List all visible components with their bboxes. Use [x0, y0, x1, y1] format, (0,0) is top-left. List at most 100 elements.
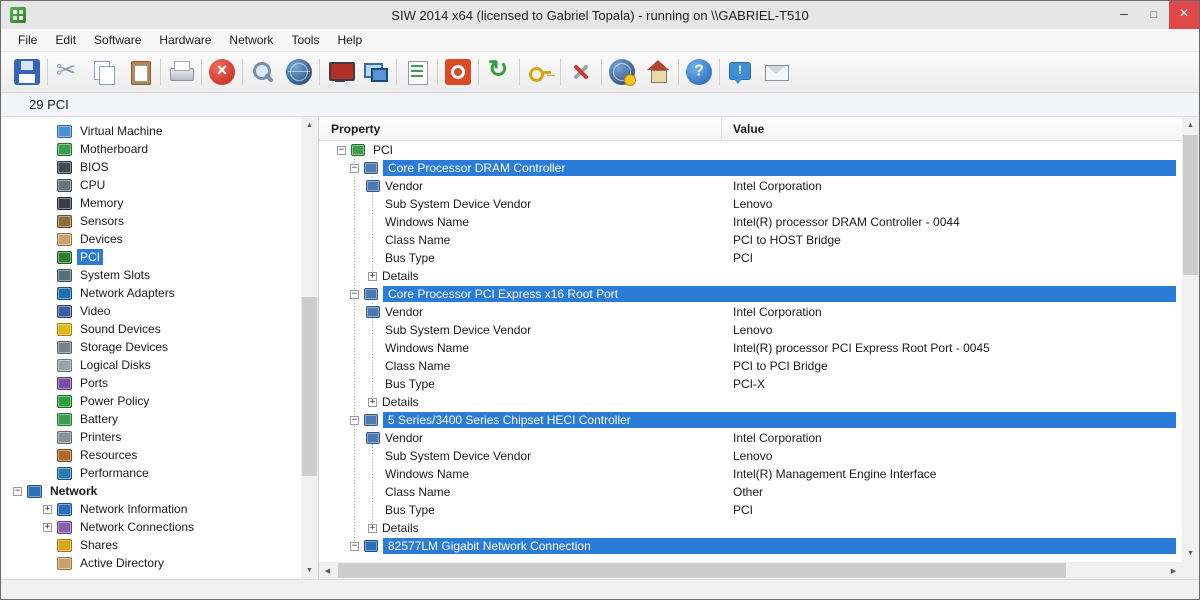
scroll-track[interactable] [336, 562, 1165, 579]
sidebar-item-bios[interactable]: BIOS [1, 158, 301, 176]
refresh-button[interactable] [481, 54, 517, 90]
device-row-core-processor-pci-express-x16-root-port[interactable]: − Core Processor PCI Express x16 Root Por… [319, 285, 1182, 303]
property-row[interactable]: Class Name PCI to PCI Bridge [319, 357, 1182, 375]
scroll-track[interactable] [1182, 134, 1199, 545]
sidebar-item-network-adapters[interactable]: Network Adapters [1, 284, 301, 302]
expand-icon[interactable]: + [43, 504, 52, 514]
expand-icon[interactable]: + [368, 271, 377, 281]
property-row[interactable]: Bus Type PCI-X [319, 375, 1182, 393]
sidebar-item-battery[interactable]: Battery [1, 410, 301, 428]
details-row[interactable]: + Details [319, 267, 1182, 285]
feedback-button[interactable] [722, 54, 758, 90]
remote-desktop-button[interactable] [358, 54, 394, 90]
sidebar-item-devices[interactable]: Devices [1, 230, 301, 248]
sidebar-item-virtual-machine[interactable]: Virtual Machine [1, 122, 301, 140]
scroll-track[interactable] [301, 134, 318, 562]
device-row-82577lm-gigabit-network-connection[interactable]: − 82577LM Gigabit Network Connection [319, 537, 1182, 555]
property-row[interactable]: Bus Type PCI [319, 249, 1182, 267]
sidebar-item-active-directory[interactable]: Active Directory [1, 554, 301, 572]
sidebar-item-network[interactable]: − Network [1, 482, 301, 500]
collapse-icon[interactable]: − [350, 541, 359, 551]
main-scrollbar-vertical[interactable]: ▲ ▼ [1182, 117, 1199, 562]
expand-icon[interactable]: + [368, 523, 377, 533]
cut-button[interactable] [50, 54, 86, 90]
titlebar[interactable]: SIW 2014 x64 (licensed to Gabriel Topala… [1, 1, 1199, 29]
menu-item-edit[interactable]: Edit [46, 30, 85, 50]
collapse-icon[interactable]: − [13, 486, 22, 496]
sidebar-item-sound-devices[interactable]: Sound Devices [1, 320, 301, 338]
property-row[interactable]: Windows Name Intel(R) processor PCI Expre… [319, 339, 1182, 357]
home-button[interactable] [640, 54, 676, 90]
report-button[interactable] [399, 54, 435, 90]
property-row[interactable]: Windows Name Intel(R) processor DRAM Cont… [319, 213, 1182, 231]
scroll-up-button[interactable]: ▲ [1182, 117, 1199, 134]
sidebar-item-power-policy[interactable]: Power Policy [1, 392, 301, 410]
column-header-property[interactable]: Property [319, 117, 722, 140]
menu-item-hardware[interactable]: Hardware [150, 30, 220, 50]
sidebar-item-pci[interactable]: PCI [1, 248, 301, 266]
property-row[interactable]: Sub System Device Vendor Lenovo [319, 321, 1182, 339]
maximize-button[interactable]: □ [1139, 1, 1169, 29]
property-row[interactable]: Vendor Intel Corporation [319, 303, 1182, 321]
monitor-button[interactable] [322, 54, 358, 90]
scroll-thumb[interactable] [1183, 135, 1198, 275]
details-row[interactable]: + Details [319, 519, 1182, 537]
search-button[interactable] [245, 54, 281, 90]
stop-button[interactable] [204, 54, 240, 90]
collapse-icon[interactable]: − [350, 415, 359, 425]
scroll-thumb[interactable] [338, 563, 1066, 578]
web-button[interactable] [281, 54, 317, 90]
property-row[interactable]: Vendor Intel Corporation [319, 177, 1182, 195]
property-row[interactable]: Class Name PCI to HOST Bridge [319, 231, 1182, 249]
scroll-right-button[interactable]: ▶ [1165, 562, 1182, 579]
property-row[interactable]: Sub System Device Vendor Lenovo [319, 195, 1182, 213]
details-row[interactable]: + Details [319, 393, 1182, 411]
sidebar-item-memory[interactable]: Memory [1, 194, 301, 212]
paste-button[interactable] [122, 54, 158, 90]
column-header-value[interactable]: Value [722, 117, 1182, 140]
sidebar-item-motherboard[interactable]: Motherboard [1, 140, 301, 158]
sidebar-item-resources[interactable]: Resources [1, 446, 301, 464]
copy-button[interactable] [86, 54, 122, 90]
property-row[interactable]: Vendor Intel Corporation [319, 429, 1182, 447]
menu-item-software[interactable]: Software [85, 30, 150, 50]
property-row[interactable]: Sub System Device Vendor Lenovo [319, 447, 1182, 465]
sidebar-item-ports[interactable]: Ports [1, 374, 301, 392]
main-scrollbar-horizontal[interactable]: ◀ ▶ [319, 562, 1182, 579]
sidebar-item-cpu[interactable]: CPU [1, 176, 301, 194]
menu-item-help[interactable]: Help [328, 30, 371, 50]
scroll-thumb[interactable] [302, 296, 317, 477]
save-button[interactable] [9, 54, 45, 90]
scroll-up-button[interactable]: ▲ [301, 117, 318, 134]
close-button[interactable]: × [1169, 1, 1199, 29]
menu-item-network[interactable]: Network [220, 30, 282, 50]
sidebar-item-logical-disks[interactable]: Logical Disks [1, 356, 301, 374]
menu-item-file[interactable]: File [9, 30, 46, 50]
property-row[interactable]: Windows Name Intel(R) Management Engine I… [319, 465, 1182, 483]
print-button[interactable] [163, 54, 199, 90]
collapse-icon[interactable]: − [350, 163, 359, 173]
device-row-5-series-3400-series-chipset-heci-controller[interactable]: − 5 Series/3400 Series Chipset HECI Contr… [319, 411, 1182, 429]
sidebar-item-shares[interactable]: Shares [1, 536, 301, 554]
collapse-icon[interactable]: − [337, 145, 346, 155]
property-row[interactable]: Bus Type PCI [319, 501, 1182, 519]
license-button[interactable] [440, 54, 476, 90]
expand-icon[interactable]: + [43, 522, 52, 532]
tools-button[interactable] [563, 54, 599, 90]
web-update-button[interactable] [604, 54, 640, 90]
minimize-button[interactable]: – [1109, 1, 1139, 29]
pci-root-row[interactable]: − PCI [319, 141, 1182, 159]
email-button[interactable] [758, 54, 794, 90]
device-row-core-processor-dram-controller[interactable]: − Core Processor DRAM Controller [319, 159, 1182, 177]
help-button[interactable] [681, 54, 717, 90]
sidebar-item-video[interactable]: Video [1, 302, 301, 320]
sidebar-item-performance[interactable]: Performance [1, 464, 301, 482]
scroll-down-button[interactable]: ▼ [301, 562, 318, 579]
sidebar-item-sensors[interactable]: Sensors [1, 212, 301, 230]
sidebar-item-system-slots[interactable]: System Slots [1, 266, 301, 284]
expand-icon[interactable]: + [368, 397, 377, 407]
password-button[interactable] [522, 54, 558, 90]
scroll-left-button[interactable]: ◀ [319, 562, 336, 579]
sidebar-scrollbar[interactable]: ▲ ▼ [301, 117, 318, 579]
sidebar-item-network-information[interactable]: + Network Information [1, 500, 301, 518]
